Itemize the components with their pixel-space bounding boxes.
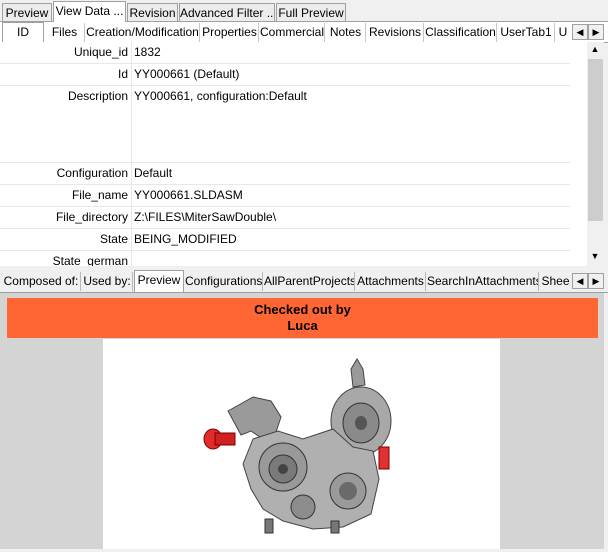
property-row: State_german [0,251,570,266]
chevron-left-icon[interactable]: ◀ [572,24,588,40]
vertical-scrollbar[interactable]: ▲ ▼ [587,42,604,266]
tab-preview[interactable]: Preview [2,3,52,21]
property-label: State_german [52,254,128,266]
chevron-left-icon[interactable]: ◀ [572,273,588,289]
tab-sheets[interactable]: Shee [540,272,571,291]
property-label: File_directory [55,210,128,224]
chevron-down-icon[interactable]: ▼ [587,249,603,265]
property-label: Configuration [56,166,128,180]
property-row: State BEING_MODIFIED [0,229,570,251]
tab-creation-modification[interactable]: Creation/Modification [86,23,200,42]
bottom-tab-bar: Composed of: Used by: Preview Configurat… [0,269,608,293]
tab-composed-of[interactable]: Composed of: [2,272,81,291]
property-row: Id YY000661 (Default) [0,64,570,86]
chevron-right-icon[interactable]: ▶ [588,273,604,289]
property-row: Description YY000661, configuration:Defa… [0,86,570,163]
property-label: Description [67,89,128,103]
tab-id[interactable]: ID [2,22,44,43]
tab-revisions[interactable]: Revisions [367,23,424,42]
banner-line-2: Luca [287,318,318,333]
chevron-up-icon[interactable]: ▲ [587,42,603,58]
tab-properties[interactable]: Properties [201,23,259,42]
property-label: State [99,232,128,246]
sub-tab-bar: ID Files Creation/Modification Propertie… [0,22,608,43]
property-row: File_directory Z:\FILES\MiterSawDouble\ [0,207,570,229]
tab-files[interactable]: Files [45,23,85,42]
chevron-right-icon[interactable]: ▶ [588,24,604,40]
property-label: Id [117,67,128,81]
property-row: Unique_id 1832 [0,42,570,64]
tab-search-in-attachments[interactable]: SearchInAttachments [427,272,539,291]
model-preview-image [103,339,500,549]
property-value[interactable]: YY000661 (Default) [134,67,239,81]
property-value[interactable]: Default [134,166,172,180]
property-value[interactable]: YY000661.SLDASM [134,188,243,202]
checked-out-banner: Checked out by Luca [7,298,598,338]
tab-view-data[interactable]: View Data ... [53,1,126,22]
tab-advanced-filter[interactable]: Advanced Filter ... [179,3,275,21]
tab-all-parent-projects[interactable]: AllParentProjects [264,272,355,291]
property-label: File_name [71,188,128,202]
tab-preview-bottom[interactable]: Preview [134,270,184,292]
property-grid: Unique_id 1832 Id YY000661 (Default) Des… [0,42,570,266]
property-label: Unique_id [73,45,128,59]
property-row: File_name YY000661.SLDASM [0,185,570,207]
property-value[interactable]: YY000661, configuration:Default [134,89,307,103]
property-value[interactable]: Z:\FILES\MiterSawDouble\ [134,210,276,224]
tab-revision[interactable]: Revision [127,3,178,21]
tab-overflow[interactable]: U [556,23,570,42]
top-tab-bar: Preview View Data ... Revision Advanced … [0,0,608,22]
banner-line-1: Checked out by [254,302,351,317]
scrollbar-thumb[interactable] [588,59,603,221]
tab-usertab1[interactable]: UserTab1 [498,23,555,42]
tab-configurations[interactable]: Configurations [185,272,263,291]
tab-full-preview[interactable]: Full Preview [276,3,346,21]
miter-saw-assembly-icon [203,358,392,534]
preview-panel: Checked out by Luca [0,293,604,549]
tab-commercial[interactable]: Commercial [260,23,325,42]
tab-notes[interactable]: Notes [326,23,366,42]
tab-used-by[interactable]: Used by: [82,272,133,291]
property-row: Configuration Default [0,163,570,185]
tab-attachments[interactable]: Attachments [356,272,426,291]
property-value[interactable]: 1832 [134,45,161,59]
tab-classification[interactable]: Classification [425,23,497,42]
property-value[interactable]: BEING_MODIFIED [134,232,237,246]
